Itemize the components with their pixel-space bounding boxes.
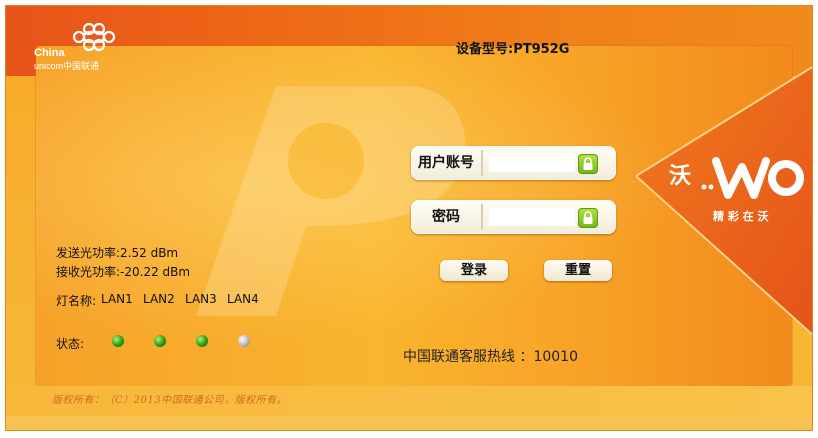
light-name-lan3: LAN3 <box>185 292 217 306</box>
password-lock-icon[interactable] <box>578 208 598 228</box>
wo-logo-icon <box>701 157 804 199</box>
field-divider <box>481 204 483 230</box>
rx-power: 接收光功率:-20.22 dBm <box>56 265 191 279</box>
password-field: 密码 <box>411 200 616 234</box>
light-name-lan2: LAN2 <box>143 292 175 306</box>
copyright-text: 版权所有：（C）2013中国联通公司，版权所有。 <box>52 395 288 406</box>
led-lan2-indicator <box>154 335 166 347</box>
tx-power: 发送光功率:2.52 dBm <box>56 246 179 260</box>
light-status-label: 状态: <box>56 337 85 351</box>
reset-button[interactable]: 重置 <box>544 260 612 281</box>
field-divider <box>481 150 483 176</box>
led-lan4-indicator <box>238 335 250 347</box>
wo-slogan: 精 彩 在 沃 <box>713 210 769 223</box>
light-name-lan1: LAN1 <box>101 292 133 306</box>
unicom-knot-icon <box>72 22 116 52</box>
device-model: 设备型号:PT952G <box>456 42 570 57</box>
light-name-label: 灯名称: <box>56 294 97 308</box>
login-button[interactable]: 登录 <box>440 260 508 281</box>
username-label: 用户账号 <box>418 155 474 171</box>
light-name-lan4: LAN4 <box>227 292 259 306</box>
username-field: 用户账号 <box>411 146 616 180</box>
wo-prefix: 沃 <box>669 164 692 189</box>
led-lan3-indicator <box>196 335 208 347</box>
login-page: 沃 精 彩 在 沃 China unicom中国联通 设备型号:PT952G 用… <box>5 5 813 431</box>
logo-text-china: China <box>34 47 65 59</box>
led-lan1-indicator <box>112 335 124 347</box>
customer-hotline: 中国联通客服热线 ：10010 <box>403 349 578 365</box>
logo-text-unicom: unicom中国联通 <box>34 61 100 71</box>
username-input[interactable] <box>489 154 575 172</box>
username-lock-icon[interactable] <box>578 154 598 174</box>
watermark-p-shape <box>196 86 466 316</box>
bottom-band <box>6 416 812 430</box>
password-input[interactable] <box>489 208 575 226</box>
password-label: 密码 <box>432 209 460 225</box>
